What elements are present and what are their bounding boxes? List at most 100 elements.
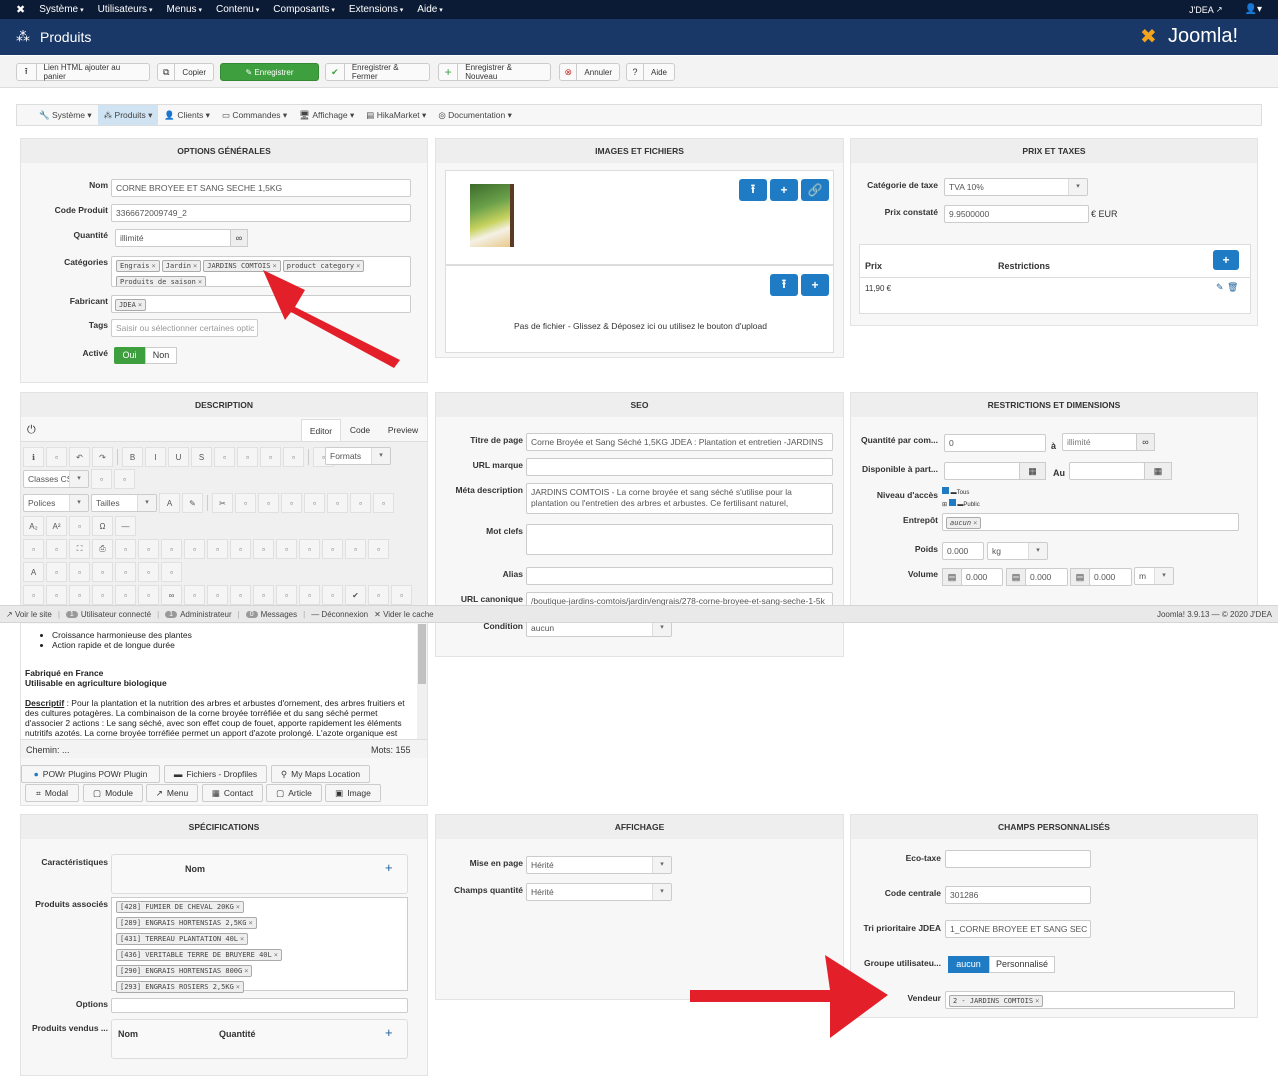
align-justify-icon[interactable]: ▫: [214, 447, 235, 467]
remove-icon[interactable]: ×: [244, 967, 248, 975]
fonts-select[interactable]: Polices: [23, 494, 89, 512]
submenu-documentation[interactable]: ◎ Documentation ▾: [432, 105, 518, 125]
tab-preview[interactable]: Preview: [381, 419, 425, 441]
table-icon[interactable]: ▫: [138, 539, 159, 559]
menu-extensions[interactable]: Extensions: [349, 4, 403, 15]
remove-icon[interactable]: ×: [248, 919, 252, 927]
highlight-icon[interactable]: ✎: [182, 493, 203, 513]
calendar-icon[interactable]: ▦: [1144, 462, 1172, 480]
insert-contact-button[interactable]: ▦ Contact: [202, 784, 263, 802]
menu-menus[interactable]: Menus: [167, 4, 202, 15]
remove-icon[interactable]: ×: [193, 262, 197, 270]
outdent-icon[interactable]: ▫: [327, 493, 348, 513]
height-input[interactable]: 0.000: [1089, 568, 1132, 586]
user-menu-icon[interactable]: 👤▾: [1245, 4, 1262, 15]
min-qty-input[interactable]: 0: [944, 434, 1046, 452]
paste-rows-icon[interactable]: ▫: [299, 585, 320, 605]
max-qty-input[interactable]: illimité: [1062, 433, 1138, 451]
abbr-icon[interactable]: ▫: [69, 562, 90, 582]
visual-aid-icon[interactable]: ▫: [23, 585, 44, 605]
align-right-icon[interactable]: ▫: [283, 447, 304, 467]
add-price-button[interactable]: +: [1213, 250, 1239, 270]
col-before-icon[interactable]: ▫: [253, 539, 274, 559]
remove-icon[interactable]: ×: [973, 519, 977, 527]
subscript-icon[interactable]: A₂: [23, 516, 44, 536]
copy-icon[interactable]: ▫: [235, 493, 256, 513]
calendar-icon[interactable]: ▦: [1019, 462, 1046, 480]
font-size-icon[interactable]: ▫: [69, 516, 90, 536]
width-input[interactable]: 0.000: [1025, 568, 1068, 586]
insert-menu-button[interactable]: ↗ Menu: [146, 784, 198, 802]
text-color-icon[interactable]: A: [159, 493, 180, 513]
bold-icon[interactable]: B: [122, 447, 143, 467]
add-image-button[interactable]: +: [770, 179, 798, 201]
submenu-affichage[interactable]: 🖥 Affichage ▾: [293, 105, 360, 125]
align-left-icon[interactable]: ▫: [260, 447, 281, 467]
indent-icon[interactable]: ▫: [304, 493, 325, 513]
cut-icon[interactable]: ✂: [212, 493, 233, 513]
underline-icon[interactable]: U: [168, 447, 189, 467]
tags-input[interactable]: Saisir ou sélectionner certaines optic: [111, 319, 258, 337]
col-after-icon[interactable]: ▫: [276, 539, 297, 559]
warehouse-input[interactable]: aucun ×: [942, 513, 1239, 531]
options-input[interactable]: [111, 998, 408, 1013]
anchor-icon[interactable]: ▫: [115, 585, 136, 605]
iframe-icon[interactable]: ▫: [368, 585, 389, 605]
css-classes-select[interactable]: Classes CSS: [23, 470, 89, 488]
active-no-button[interactable]: Non: [145, 347, 177, 364]
quantity-field-select[interactable]: Hérité: [526, 883, 672, 901]
logged-users-link[interactable]: 1 Utilisateur connecté: [65, 610, 151, 619]
align-center-icon[interactable]: ▫: [237, 447, 258, 467]
paste-icon[interactable]: ▫: [258, 493, 279, 513]
submenu-systeme[interactable]: 🔧 Système ▾: [33, 105, 98, 125]
site-link[interactable]: J'DEA: [1189, 5, 1214, 15]
active-yes-button[interactable]: Oui: [114, 347, 145, 364]
group-custom-button[interactable]: Personnalisé: [989, 956, 1055, 973]
menu-contenu[interactable]: Contenu: [216, 4, 259, 15]
layout-select[interactable]: Hérité: [526, 856, 672, 874]
copy-button[interactable]: ⧉ Copier: [157, 63, 214, 81]
edit-icon[interactable]: ✎: [1216, 282, 1224, 293]
rtl-icon[interactable]: ▫: [46, 539, 67, 559]
ins-icon[interactable]: ▫: [138, 562, 159, 582]
redo-icon[interactable]: ↷: [92, 447, 113, 467]
formats-select[interactable]: Formats: [325, 447, 391, 465]
help-button[interactable]: ? Aide: [626, 63, 675, 81]
name-input[interactable]: CORNE BROYEE ET SANG SECHE 1,5KG: [111, 179, 411, 197]
tab-editor[interactable]: Editor: [301, 419, 341, 441]
dropfiles-button[interactable]: ▬ Fichiers - Dropfiles: [164, 765, 267, 783]
submenu-clients[interactable]: 👤 Clients ▾: [158, 105, 216, 125]
remove-icon[interactable]: ×: [1035, 997, 1039, 1005]
add-characteristic-icon[interactable]: +: [385, 860, 393, 875]
delete-table-icon[interactable]: ▫: [161, 539, 182, 559]
powr-plugin-button[interactable]: ● POWr Plugins POWr Plugin: [21, 765, 160, 783]
messages-link[interactable]: 0 Messages: [245, 610, 297, 619]
remove-icon[interactable]: ×: [236, 983, 240, 991]
power-toggle-icon[interactable]: ⏻: [27, 424, 36, 437]
brand-url-input[interactable]: [526, 458, 833, 476]
layers-icon[interactable]: ▫: [322, 585, 343, 605]
menu-systeme[interactable]: Système: [39, 4, 83, 15]
undo-icon[interactable]: ↶: [69, 447, 90, 467]
eraser-icon[interactable]: ▫: [91, 469, 112, 489]
meta-description-textarea[interactable]: JARDINS COMTOIS - La corne broyée et san…: [526, 483, 833, 514]
unlink-icon[interactable]: ▫: [138, 585, 159, 605]
unordered-list-icon[interactable]: ▫: [373, 493, 394, 513]
info-icon[interactable]: ℹ: [23, 447, 44, 467]
menu-utilisateurs[interactable]: Utilisateurs: [98, 4, 153, 15]
cite-icon[interactable]: ▫: [46, 562, 67, 582]
length-input[interactable]: 0.000: [961, 568, 1003, 586]
file-link-icon[interactable]: ▫: [253, 585, 274, 605]
superscript-icon[interactable]: A²: [46, 516, 67, 536]
editor-scrollbar[interactable]: [417, 624, 427, 739]
alias-input[interactable]: [526, 567, 833, 585]
del-icon[interactable]: ▫: [115, 562, 136, 582]
save-close-button[interactable]: ✔ Enregistrer & Fermer: [325, 63, 430, 81]
template-icon[interactable]: ▫: [69, 585, 90, 605]
joomla-icon[interactable]: ✖: [16, 3, 25, 16]
remove-icon[interactable]: ×: [236, 903, 240, 911]
checkbox[interactable]: [942, 487, 949, 494]
msrp-input[interactable]: 9.9500000: [944, 205, 1089, 223]
file-manager-icon[interactable]: ▫: [230, 585, 251, 605]
sizes-select[interactable]: Tailles: [91, 494, 157, 512]
